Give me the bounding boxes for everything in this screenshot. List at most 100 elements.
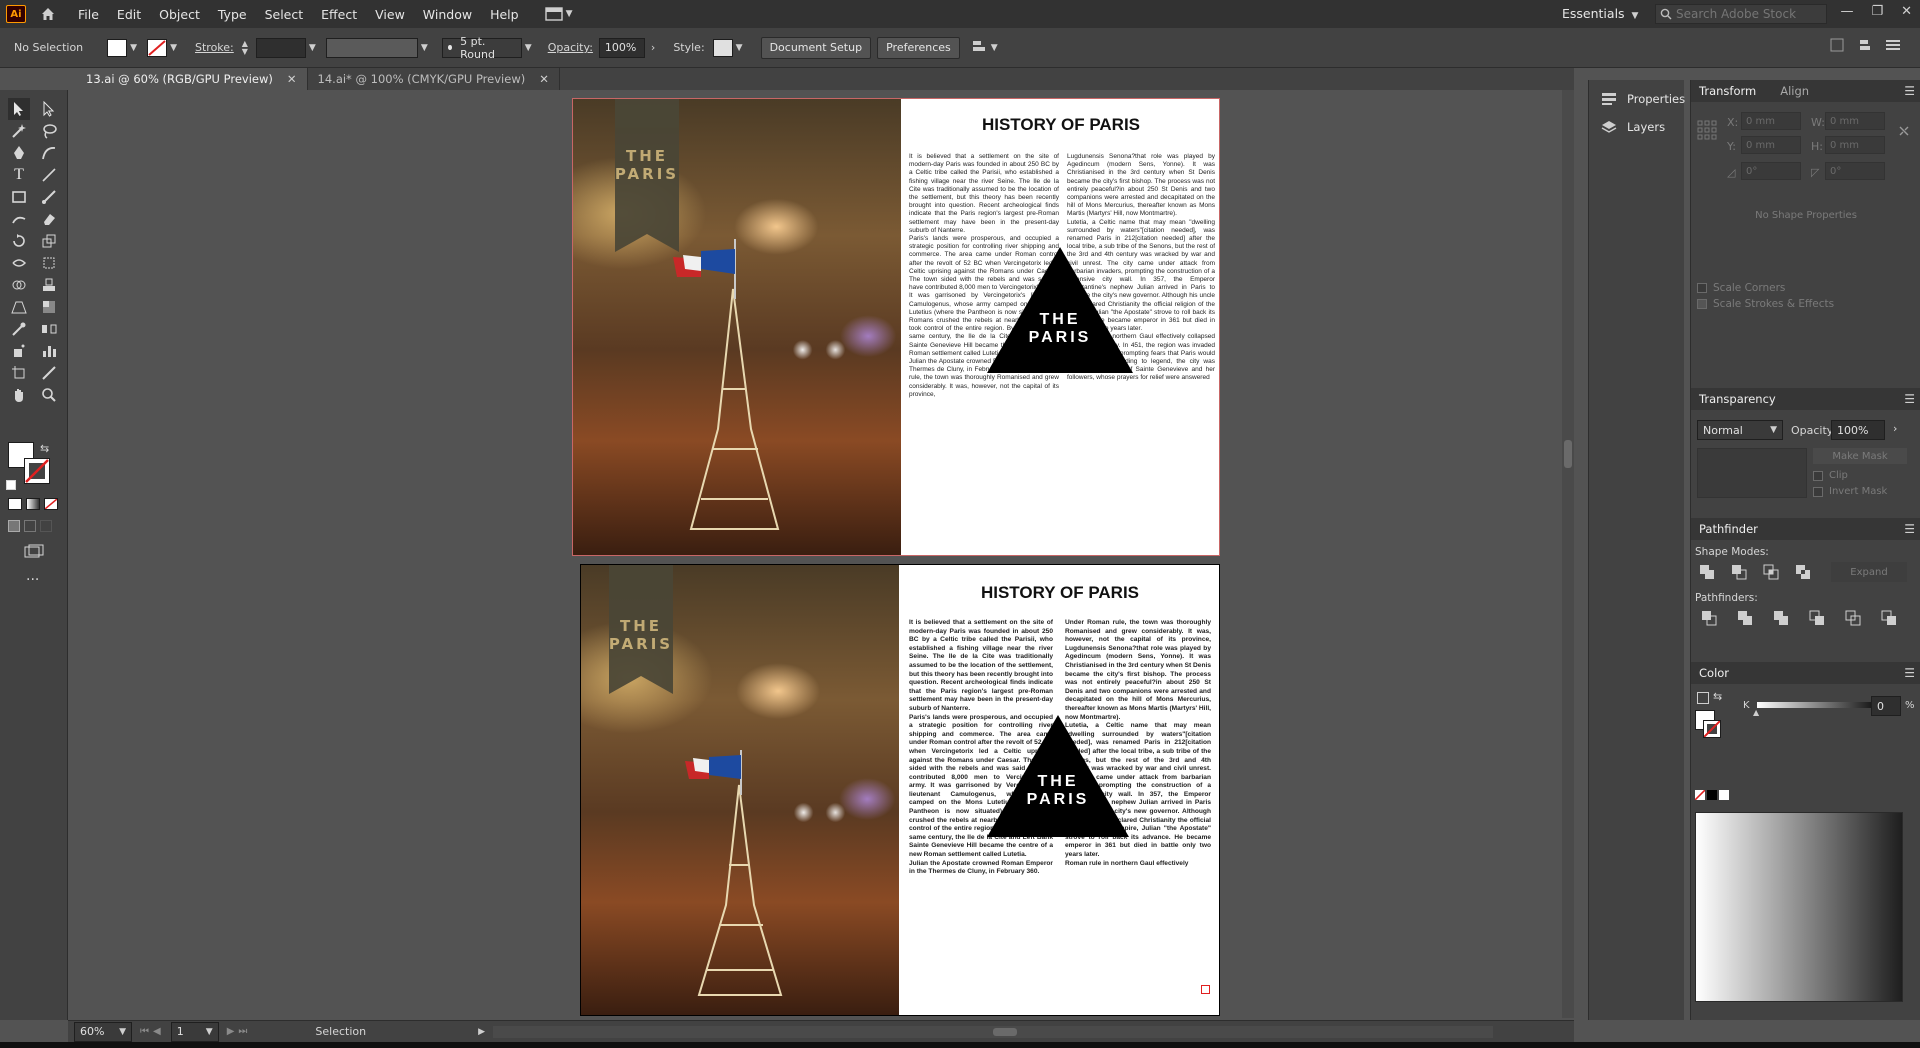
checkbox[interactable] [1697, 299, 1707, 309]
tab-13-ai[interactable]: 13.ai @ 60% (RGB/GPU Preview) ✕ [76, 68, 308, 90]
artboard-next-icons[interactable]: ▶⏭ [227, 1026, 252, 1037]
shear-field[interactable]: 0° [1825, 162, 1885, 180]
scroll-thumb[interactable] [1564, 440, 1572, 468]
document-setup-button[interactable]: Document Setup [760, 36, 872, 59]
screen-mode-icon[interactable] [24, 544, 44, 563]
merge-icon[interactable] [1773, 610, 1789, 629]
panel-menu-icon[interactable] [1886, 39, 1900, 54]
opacity-field[interactable]: 100% [598, 37, 645, 58]
h-field[interactable]: 0 mm [1825, 136, 1885, 154]
rotate-tool-icon[interactable] [8, 230, 30, 252]
crop-icon[interactable] [1809, 610, 1825, 629]
menu-object[interactable]: Object [159, 7, 200, 22]
minimize-icon[interactable]: — [1840, 4, 1853, 19]
chevron-down-icon[interactable]: ▼ [170, 43, 177, 53]
menu-view[interactable]: View [375, 7, 405, 22]
scale-strokes-option[interactable]: Scale Strokes & Effects [1697, 298, 1834, 310]
x-field[interactable]: 0 mm [1741, 112, 1801, 130]
default-colors-icon[interactable] [6, 480, 16, 490]
y-field[interactable]: 0 mm [1741, 136, 1801, 154]
color-mode-icon[interactable] [8, 498, 22, 510]
minus-back-icon[interactable] [1881, 610, 1897, 629]
arrange-documents-button[interactable]: ▼ [544, 7, 573, 21]
chevron-right-icon[interactable]: › [651, 41, 655, 54]
properties-panel-button[interactable]: Properties [1601, 92, 1685, 106]
white-swatch[interactable] [1719, 790, 1729, 800]
magic-wand-tool-icon[interactable] [8, 120, 30, 142]
invert-mask-option[interactable]: Invert Mask [1813, 486, 1887, 497]
default-colors-icon[interactable] [1697, 692, 1709, 704]
scale-tool-icon[interactable] [38, 230, 60, 252]
stroke-label[interactable]: Stroke: [195, 41, 234, 54]
none-swatch[interactable] [1695, 790, 1705, 800]
swap-colors-icon[interactable]: ⇆ [40, 442, 49, 455]
eraser-tool-icon[interactable] [38, 208, 60, 230]
fill-swatch[interactable] [107, 38, 128, 57]
draw-normal-icon[interactable] [8, 520, 20, 532]
graphic-style-swatch[interactable] [712, 38, 733, 57]
line-tool-icon[interactable] [38, 164, 60, 186]
live-paint-tool-icon[interactable] [38, 274, 60, 296]
opacity-label[interactable]: Opacity: [548, 41, 593, 54]
none-mode-icon[interactable] [44, 498, 58, 510]
slice-tool-icon[interactable] [38, 362, 60, 384]
arrange-icon[interactable] [1858, 38, 1872, 55]
maximize-icon[interactable]: ❐ [1871, 4, 1883, 19]
chevron-right-icon[interactable]: ▶ [478, 1027, 485, 1037]
clip-option[interactable]: Clip [1813, 470, 1848, 481]
panel-menu-icon[interactable]: ☰ [1904, 666, 1915, 680]
search-input[interactable] [1676, 7, 1826, 21]
checkbox[interactable] [1697, 283, 1707, 293]
workspace-switcher[interactable]: Essentials ▼ [1562, 6, 1638, 21]
chevron-down-icon[interactable]: ▼ [309, 43, 316, 53]
reference-point-icon[interactable] [1697, 120, 1717, 143]
exclude-icon[interactable] [1795, 564, 1811, 583]
stock-search[interactable] [1655, 4, 1827, 24]
brush-definition[interactable]: 5 pt. Round [441, 35, 522, 61]
menu-select[interactable]: Select [265, 7, 304, 22]
canvas[interactable]: THE PARIS HISTORY OF PARIS It is believe… [68, 90, 1574, 1020]
constrain-proportions-icon[interactable] [1897, 124, 1911, 141]
hand-tool-icon[interactable] [8, 384, 30, 406]
unite-icon[interactable] [1699, 564, 1715, 583]
draw-behind-icon[interactable] [24, 520, 36, 532]
panel-menu-icon[interactable]: ☰ [1904, 522, 1915, 536]
k-slider-thumb[interactable]: ▲ [1753, 708, 1759, 717]
artboard-2[interactable]: THE PARIS HISTORY OF PARIS It is believe… [580, 564, 1220, 1016]
menu-file[interactable]: File [78, 7, 99, 22]
chevron-right-icon[interactable]: › [1893, 422, 1897, 435]
variable-width-profile[interactable] [325, 37, 418, 58]
stroke-color-box[interactable] [24, 458, 50, 484]
stroke-weight-field[interactable] [255, 37, 306, 58]
menu-window[interactable]: Window [423, 7, 472, 22]
black-swatch[interactable] [1707, 790, 1717, 800]
expand-button[interactable]: Expand [1831, 562, 1907, 582]
w-field[interactable]: 0 mm [1825, 112, 1885, 130]
intersect-icon[interactable] [1763, 564, 1779, 583]
perspective-grid-tool-icon[interactable] [8, 296, 30, 318]
preferences-button[interactable]: Preferences [877, 36, 960, 59]
rectangle-tool-icon[interactable] [8, 186, 30, 208]
shape-builder-tool-icon[interactable] [8, 274, 30, 296]
stroke-stepper[interactable]: ▲ ▼ [242, 39, 248, 56]
scale-corners-option[interactable]: Scale Corners [1697, 282, 1785, 294]
checkbox[interactable] [1813, 486, 1823, 497]
symbol-sprayer-tool-icon[interactable] [8, 340, 30, 362]
chevron-down-icon[interactable]: ▼ [991, 43, 998, 53]
paintbrush-tool-icon[interactable] [38, 186, 60, 208]
selection-tool-icon[interactable] [8, 98, 30, 120]
zoom-select[interactable]: 60% ▼ [74, 1021, 132, 1042]
tab-align[interactable]: Align [1780, 84, 1809, 98]
curvature-tool-icon[interactable] [38, 142, 60, 164]
horizontal-scrollbar[interactable] [493, 1025, 1494, 1038]
blend-tool-icon[interactable] [38, 318, 60, 340]
close-icon[interactable]: ✕ [287, 72, 297, 86]
vertical-scrollbar[interactable] [1562, 90, 1574, 1018]
scroll-thumb[interactable] [993, 1027, 1018, 1036]
isolate-icon[interactable] [1830, 38, 1844, 55]
artboard-1[interactable]: THE PARIS HISTORY OF PARIS It is believe… [572, 98, 1220, 556]
close-icon[interactable]: ✕ [539, 72, 549, 86]
stroke-color-box[interactable] [1703, 720, 1721, 738]
pen-tool-icon[interactable] [8, 142, 30, 164]
column-graph-tool-icon[interactable] [38, 340, 60, 362]
